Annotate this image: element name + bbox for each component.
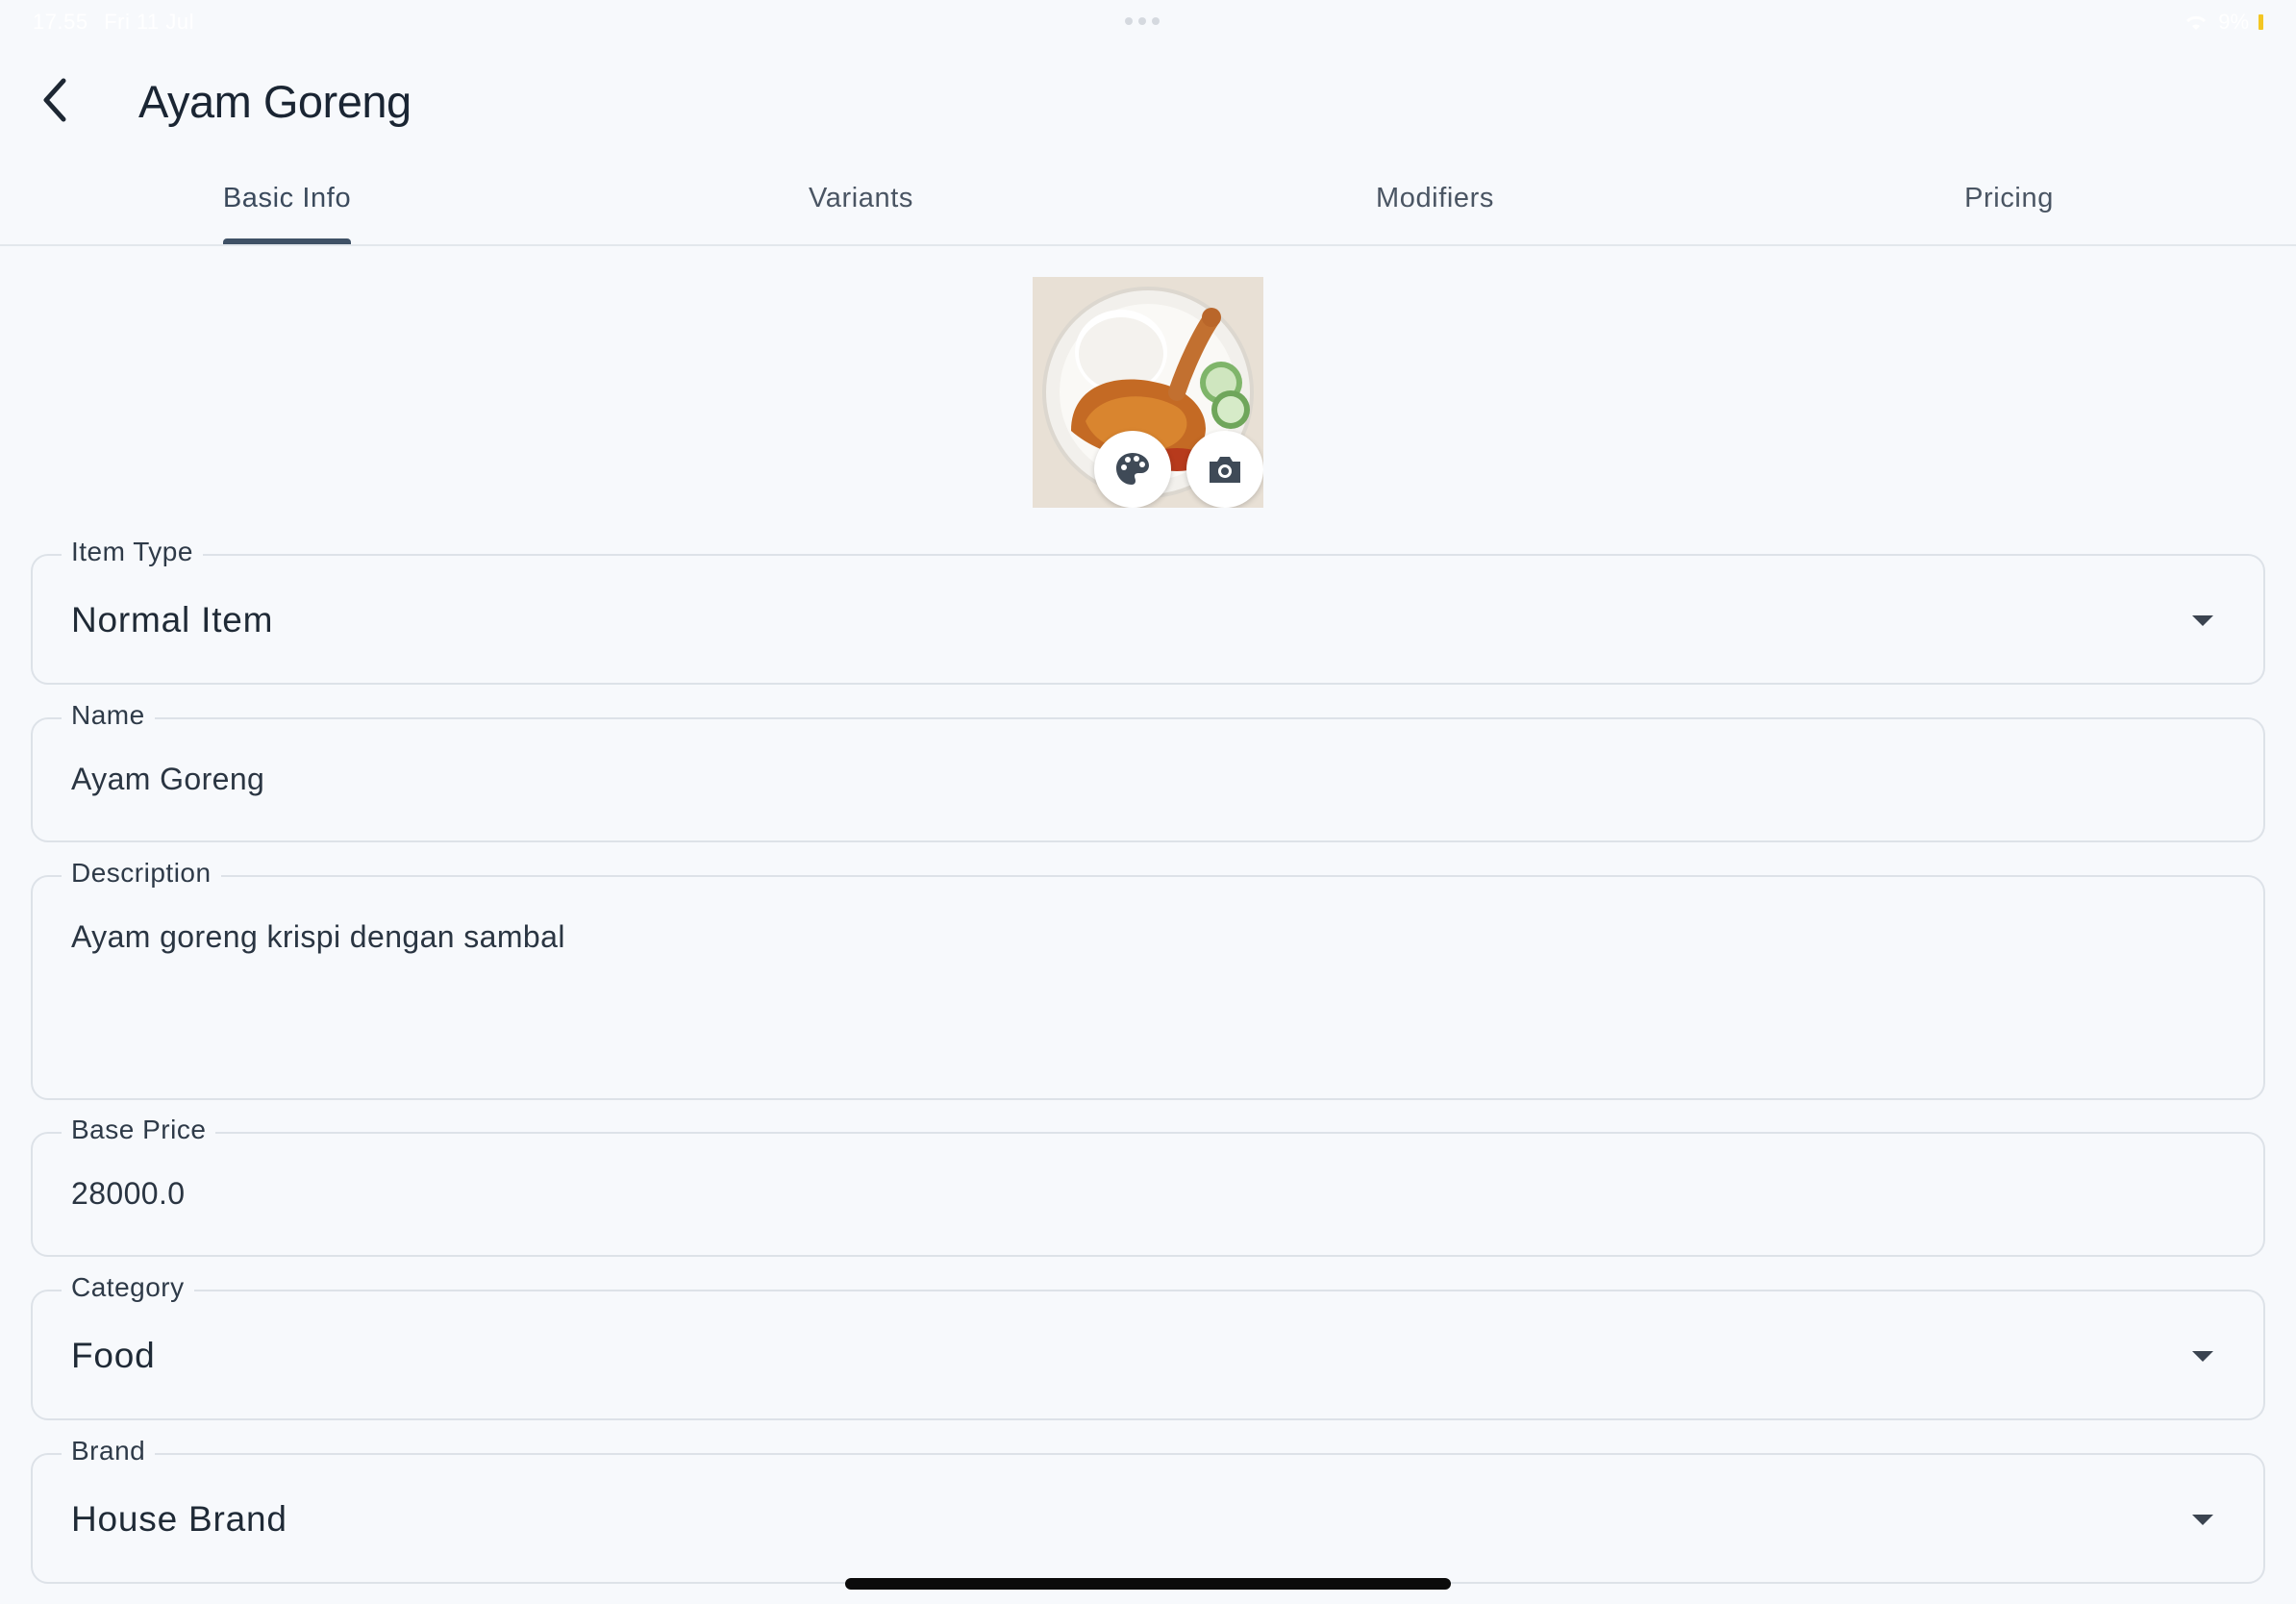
- wifi-icon: [2186, 15, 2207, 30]
- status-date: Fri 11 Jul: [104, 10, 195, 34]
- item-type-select[interactable]: Item Type Normal Item: [31, 537, 2265, 685]
- back-button[interactable]: [25, 69, 87, 131]
- tab-bar: Basic Info Variants Modifiers Pricing: [0, 163, 2296, 246]
- dropdown-arrow-icon[interactable]: [2192, 1351, 2213, 1362]
- item-type-value: Normal Item: [71, 600, 274, 639]
- description-textarea[interactable]: Ayam goreng krispi dengan sambal: [71, 919, 565, 955]
- status-bar: 17.55 Fri 11 Jul 9%: [0, 0, 2296, 44]
- category-label: Category: [62, 1272, 194, 1303]
- tab-pricing[interactable]: Pricing: [1722, 163, 2296, 244]
- name-input[interactable]: Ayam Goreng: [71, 762, 264, 797]
- home-indicator[interactable]: [845, 1578, 1451, 1590]
- status-time-date: 17.55 Fri 11 Jul: [33, 10, 194, 35]
- item-image[interactable]: [1033, 277, 1263, 508]
- status-indicators: 9%: [2184, 10, 2263, 35]
- category-select[interactable]: Category Food: [31, 1272, 2265, 1420]
- battery-icon: [2259, 14, 2263, 30]
- camera-button[interactable]: [1186, 431, 1263, 508]
- item-type-label: Item Type: [62, 537, 203, 567]
- description-field[interactable]: Description Ayam goreng krispi dengan sa…: [31, 858, 2265, 1100]
- dropdown-arrow-icon[interactable]: [2192, 615, 2213, 626]
- color-picker-button[interactable]: [1094, 431, 1171, 508]
- dropdown-arrow-icon[interactable]: [2192, 1515, 2213, 1525]
- brand-value: House Brand: [71, 1499, 287, 1539]
- tab-label: Modifiers: [1375, 183, 1495, 213]
- palette-icon: [1116, 453, 1149, 485]
- brand-select[interactable]: Brand House Brand: [31, 1436, 2265, 1584]
- page-title: Ayam Goreng: [138, 76, 412, 127]
- brand-label: Brand: [62, 1436, 156, 1466]
- description-label: Description: [62, 858, 221, 889]
- active-tab-indicator: [222, 238, 352, 244]
- base-price-label: Base Price: [62, 1115, 216, 1145]
- app-bar: Ayam Goreng: [0, 58, 2296, 144]
- tab-variants[interactable]: Variants: [574, 163, 1148, 244]
- tab-modifiers[interactable]: Modifiers: [1148, 163, 1722, 244]
- base-price-field[interactable]: Base Price 28000.0: [31, 1115, 2265, 1257]
- name-field[interactable]: Name Ayam Goreng: [31, 700, 2265, 842]
- tab-basic-info[interactable]: Basic Info: [0, 163, 574, 244]
- base-price-input[interactable]: 28000.0: [71, 1176, 185, 1212]
- category-value: Food: [71, 1336, 156, 1375]
- tab-label: Variants: [808, 183, 914, 213]
- chevron-left-icon: [43, 78, 66, 122]
- tab-label: Pricing: [1964, 183, 2054, 213]
- camera-icon: [1210, 457, 1240, 483]
- tab-label: Basic Info: [222, 183, 352, 244]
- battery-percent: 9%: [2218, 10, 2249, 34]
- status-time: 17.55: [33, 10, 88, 34]
- name-label: Name: [62, 700, 155, 731]
- multitasking-dots[interactable]: [1125, 17, 1160, 25]
